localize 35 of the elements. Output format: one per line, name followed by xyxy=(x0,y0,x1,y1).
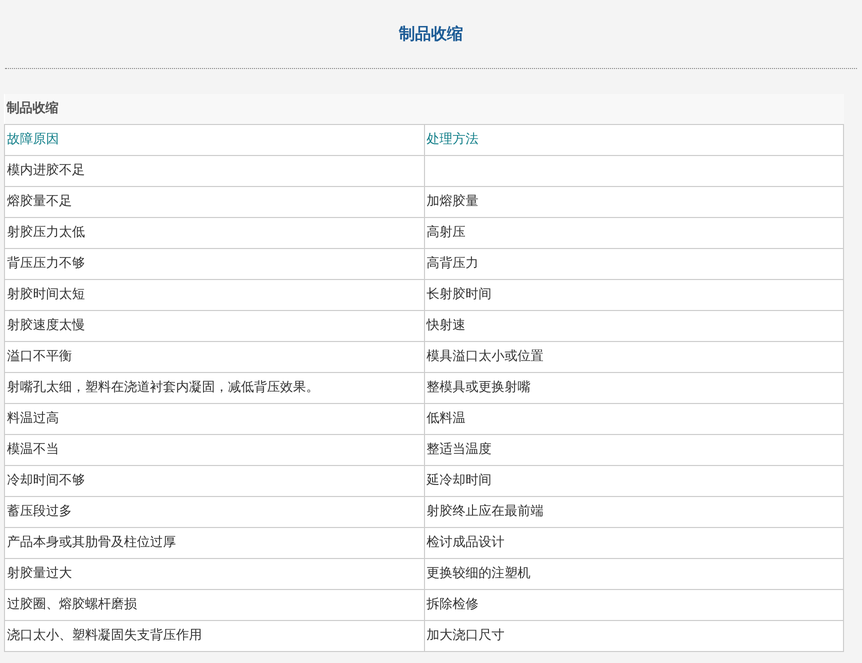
table-cell: 射胶压力太低 xyxy=(4,217,424,248)
table-cell: 延冷却时间 xyxy=(424,465,844,496)
table-cell: 长射胶时间 xyxy=(424,279,844,310)
table-cell: 溢口不平衡 xyxy=(4,341,424,372)
table-cell: 背压压力不够 xyxy=(4,248,424,279)
table-cell: 冷却时间不够 xyxy=(4,465,424,496)
table-cell: 蓄压段过多 xyxy=(4,496,424,527)
table-cell: 熔胶量不足 xyxy=(4,186,424,217)
table-cell: 过胶圈、熔胶螺杆磨损 xyxy=(4,589,424,620)
table-cell: 整模具或更换射嘴 xyxy=(424,372,844,403)
table-cell: 高射压 xyxy=(424,217,844,248)
table-cell: 更换较细的注塑机 xyxy=(424,558,844,589)
table-cell: 产品本身或其肋骨及柱位过厚 xyxy=(4,527,424,558)
table-cell: 检讨成品设计 xyxy=(424,527,844,558)
table-caption: 制品收缩 xyxy=(4,94,844,124)
table-cell: 低料温 xyxy=(424,403,844,434)
table-cell: 加熔胶量 xyxy=(424,186,844,217)
table-cell: 高背压力 xyxy=(424,248,844,279)
table-cell: 射胶量过大 xyxy=(4,558,424,589)
page-title: 制品收缩 xyxy=(399,23,463,45)
column-header: 处理方法 xyxy=(424,124,844,155)
column-header: 故障原因 xyxy=(4,124,424,155)
table-cell: 加大浇口尺寸 xyxy=(424,620,844,651)
table-cell: 模具溢口太小或位置 xyxy=(424,341,844,372)
table-cell: 射胶速度太慢 xyxy=(4,310,424,341)
table-cell: 射嘴孔太细，塑料在浇道衬套内凝固，减低背压效果。 xyxy=(4,372,424,403)
table-cell: 模内进胶不足 xyxy=(4,155,424,186)
table-cell: 浇口太小、塑料凝固失支背压作用 xyxy=(4,620,424,651)
table-cell: 料温过高 xyxy=(4,403,424,434)
table-cell: 整适当温度 xyxy=(424,434,844,465)
table-cell: 射胶时间太短 xyxy=(4,279,424,310)
table-cell: 模温不当 xyxy=(4,434,424,465)
table-cell: 射胶终止应在最前端 xyxy=(424,496,844,527)
table-cell: 拆除检修 xyxy=(424,589,844,620)
table-cell: 快射速 xyxy=(424,310,844,341)
